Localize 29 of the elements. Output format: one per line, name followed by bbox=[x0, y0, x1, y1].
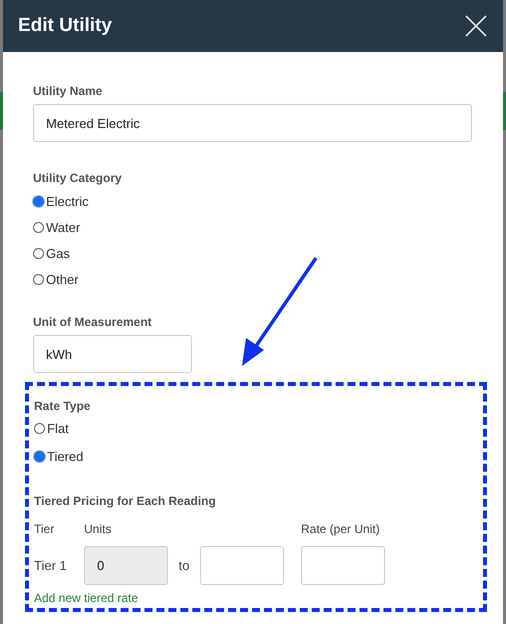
close-icon[interactable] bbox=[465, 15, 487, 37]
radio-button[interactable] bbox=[33, 274, 44, 285]
rate-field[interactable] bbox=[301, 546, 385, 585]
radio-option[interactable]: Gas bbox=[33, 246, 89, 261]
radio-option[interactable]: Flat bbox=[34, 421, 84, 436]
field-label: Unit of Measurement bbox=[33, 315, 152, 329]
dialog-title: Edit Utility bbox=[18, 15, 112, 37]
radio-option[interactable]: Water bbox=[33, 220, 89, 235]
utility-name-field[interactable]: Metered Electric bbox=[33, 104, 472, 142]
field-label: Rate Type bbox=[34, 399, 90, 413]
column-header: Tier bbox=[34, 522, 56, 536]
radio-option[interactable]: Electric bbox=[33, 194, 89, 209]
radio-button[interactable] bbox=[33, 196, 44, 207]
radio-button[interactable] bbox=[34, 423, 45, 434]
column-header: Rate (per Unit) bbox=[301, 522, 381, 536]
column-header: Units bbox=[84, 522, 112, 536]
radio-option[interactable]: Other bbox=[33, 272, 89, 287]
field-label: Utility Category bbox=[33, 171, 122, 185]
unit-field[interactable]: kWh bbox=[33, 335, 192, 373]
radio-button[interactable] bbox=[33, 248, 44, 259]
radio-button[interactable] bbox=[33, 222, 44, 233]
radio-option[interactable]: Tiered bbox=[34, 449, 84, 464]
field-label: Utility Name bbox=[33, 84, 102, 98]
radio-button[interactable] bbox=[34, 451, 45, 462]
units-to-field[interactable] bbox=[200, 546, 284, 585]
add-tier-link[interactable]: Add new tiered rate bbox=[34, 591, 138, 605]
range-separator: to bbox=[178, 558, 190, 573]
tier-label: Tier 1 bbox=[34, 558, 68, 573]
field-label: Tiered Pricing for Each Reading bbox=[34, 494, 216, 508]
